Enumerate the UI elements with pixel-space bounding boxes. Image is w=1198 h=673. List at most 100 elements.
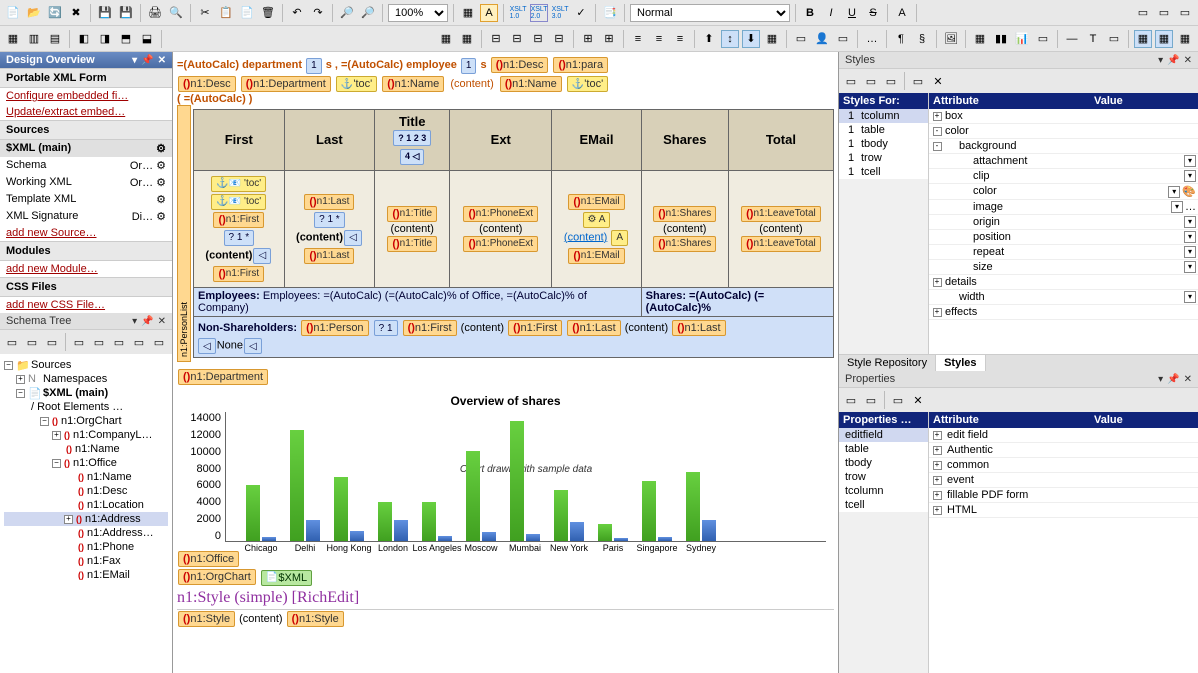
st-del-icon[interactable]: ✕ — [929, 72, 947, 90]
cell2-icon[interactable]: ◨ — [96, 30, 114, 48]
st-pin-icon[interactable]: 📌 — [141, 316, 153, 327]
prop-for-item[interactable]: tcell — [839, 498, 928, 512]
line-icon[interactable]: — — [1063, 30, 1081, 48]
style-attr-row[interactable]: size▾ — [929, 260, 1198, 275]
prop-for-item[interactable]: table — [839, 442, 928, 456]
st-tb4-icon[interactable]: ▭ — [70, 333, 88, 351]
tag-n1para-close[interactable]: ()n1:para — [553, 57, 608, 73]
sp-close-icon[interactable]: ✕ — [1184, 55, 1192, 66]
style-attr-row[interactable]: +details — [929, 275, 1198, 290]
close-panel-icon[interactable]: ✕ — [158, 55, 166, 66]
design-canvas[interactable]: =(AutoCalc) department 1 s , =(AutoCalc)… — [173, 52, 838, 673]
obj2-icon[interactable]: 👤 — [813, 30, 831, 48]
tree-item[interactable]: ()n1:EMail — [4, 568, 168, 582]
style-attr-row[interactable]: -background — [929, 139, 1198, 154]
st2-icon[interactable]: ▭ — [862, 72, 880, 90]
st-tb2-icon[interactable]: ▭ — [23, 333, 41, 351]
prop-for-item[interactable]: tbody — [839, 456, 928, 470]
xslt30-icon[interactable]: XSLT 3.0 — [551, 4, 569, 22]
prop-for-item[interactable]: editfield — [839, 428, 928, 442]
zoom-combo[interactable]: 100% — [388, 4, 448, 22]
st-tb7-icon[interactable]: ▭ — [130, 333, 148, 351]
text-icon[interactable]: T — [1084, 30, 1102, 48]
section-portable[interactable]: Portable XML Form — [0, 68, 172, 88]
markup-icon[interactable]: ▦ — [459, 4, 477, 22]
preview-icon[interactable]: 🔍 — [167, 4, 185, 22]
al-l-icon[interactable]: ≡ — [629, 30, 647, 48]
print-icon[interactable]: 🖨 — [146, 4, 164, 22]
ctrl-icon[interactable]: ▭ — [1034, 30, 1052, 48]
db1-icon[interactable]: ▭ — [1134, 4, 1152, 22]
design-cell[interactable]: ()n1:EMail⚙ A(content) A()n1:EMail — [552, 170, 641, 287]
tag-n1desc[interactable]: ()n1:Desc — [178, 76, 236, 92]
tag-toc2[interactable]: ⚓'toc' — [567, 76, 608, 92]
tree-item[interactable]: ()n1:Fax — [4, 554, 168, 568]
st3-icon[interactable]: ▭ — [882, 72, 900, 90]
markup2-icon[interactable]: A — [480, 4, 498, 22]
tree-sources[interactable]: −📁Sources — [4, 358, 168, 372]
style-attr-row[interactable]: position▾ — [929, 230, 1198, 245]
cat-icon[interactable]: 📑 — [601, 4, 619, 22]
do-row[interactable]: Working XMLOr… ⚙ — [0, 174, 172, 191]
st-tb3-icon[interactable]: ▭ — [43, 333, 61, 351]
style-attr-row[interactable]: +box — [929, 109, 1198, 124]
pp-close-icon[interactable]: ✕ — [1184, 374, 1192, 385]
tree-item[interactable]: ()n1:Desc — [4, 484, 168, 498]
pin-icon[interactable]: ▾ — [132, 55, 137, 66]
pin2-icon[interactable]: 📌 — [141, 55, 153, 66]
prop-attr-row[interactable]: +edit field — [929, 428, 1198, 443]
xslt10-icon[interactable]: XSLT 1.0 — [509, 4, 527, 22]
sel1-icon[interactable]: ▦ — [1134, 30, 1152, 48]
barcode-icon[interactable]: ▮▮ — [992, 30, 1010, 48]
bold-icon[interactable]: B — [801, 4, 819, 22]
tbl-a-icon[interactable]: ▦ — [437, 30, 455, 48]
design-cell[interactable]: ()n1:Shares(content)()n1:Shares — [641, 170, 728, 287]
tb2-a-icon[interactable]: ▦ — [971, 30, 989, 48]
va-t-icon[interactable]: ⬆ — [700, 30, 718, 48]
style-attr-row[interactable]: clip▾ — [929, 169, 1198, 184]
tag-n1dept[interactable]: ()n1:Department — [241, 76, 331, 92]
tree-item[interactable]: −()n1:OrgChart — [4, 414, 168, 428]
al-r-icon[interactable]: ≡ — [671, 30, 689, 48]
cols-icon[interactable]: ▥ — [25, 30, 43, 48]
rows-icon[interactable]: ▤ — [46, 30, 64, 48]
style-attr-row[interactable]: attachment▾ — [929, 154, 1198, 169]
cell4-icon[interactable]: ⬓ — [138, 30, 156, 48]
spell-icon[interactable]: ✓ — [572, 4, 590, 22]
join4-icon[interactable]: ⊟ — [550, 30, 568, 48]
find-icon[interactable]: 🔎 — [338, 4, 356, 22]
style-for-item[interactable]: 1tcolumn — [839, 109, 928, 123]
tag-personlist[interactable]: n1:PersonList — [177, 105, 191, 362]
delete-icon[interactable]: 🗑 — [259, 4, 277, 22]
st-tb6-icon[interactable]: ▭ — [110, 333, 128, 351]
sp-menu-icon[interactable]: ▾ — [1158, 55, 1163, 66]
save-icon[interactable]: 💾 — [96, 4, 114, 22]
st1-icon[interactable]: ▭ — [842, 72, 860, 90]
link-add-module[interactable]: add new Module… — [0, 261, 172, 277]
sp-pin-icon[interactable]: 📌 — [1167, 55, 1179, 66]
sel2-icon[interactable]: ▦ — [1155, 30, 1173, 48]
al-c-icon[interactable]: ≡ — [650, 30, 668, 48]
tree-root[interactable]: /Root Elements … — [4, 400, 168, 414]
st-tb8-icon[interactable]: ▭ — [150, 333, 168, 351]
design-cell[interactable]: ()n1:PhoneExt(content)()n1:PhoneExt — [450, 170, 552, 287]
tag-n1name[interactable]: ()n1:Name — [382, 76, 444, 92]
cond-2[interactable]: 1 — [461, 58, 477, 74]
pt-del-icon[interactable]: ✕ — [909, 391, 927, 409]
style-attr-row[interactable]: repeat▾ — [929, 245, 1198, 260]
design-cell[interactable]: ()n1:Title(content)()n1:Title — [375, 170, 450, 287]
cell1-icon[interactable]: ◧ — [75, 30, 93, 48]
para-icon[interactable]: ¶ — [892, 30, 910, 48]
join3-icon[interactable]: ⊟ — [529, 30, 547, 48]
do-row[interactable]: XML SignatureDi… ⚙ — [0, 208, 172, 225]
section-css[interactable]: CSS Files — [0, 277, 172, 297]
new-icon[interactable]: 📄 — [4, 4, 22, 22]
layout-icon[interactable]: ▭ — [1105, 30, 1123, 48]
prop-attr-row[interactable]: +Authentic — [929, 443, 1198, 458]
prop-for-item[interactable]: tcolumn — [839, 484, 928, 498]
cell3-icon[interactable]: ⬒ — [117, 30, 135, 48]
underline-icon[interactable]: U — [843, 4, 861, 22]
table-icon[interactable]: ▦ — [4, 30, 22, 48]
fg-icon[interactable]: A — [893, 4, 911, 22]
tree-item[interactable]: −()n1:Office — [4, 456, 168, 470]
